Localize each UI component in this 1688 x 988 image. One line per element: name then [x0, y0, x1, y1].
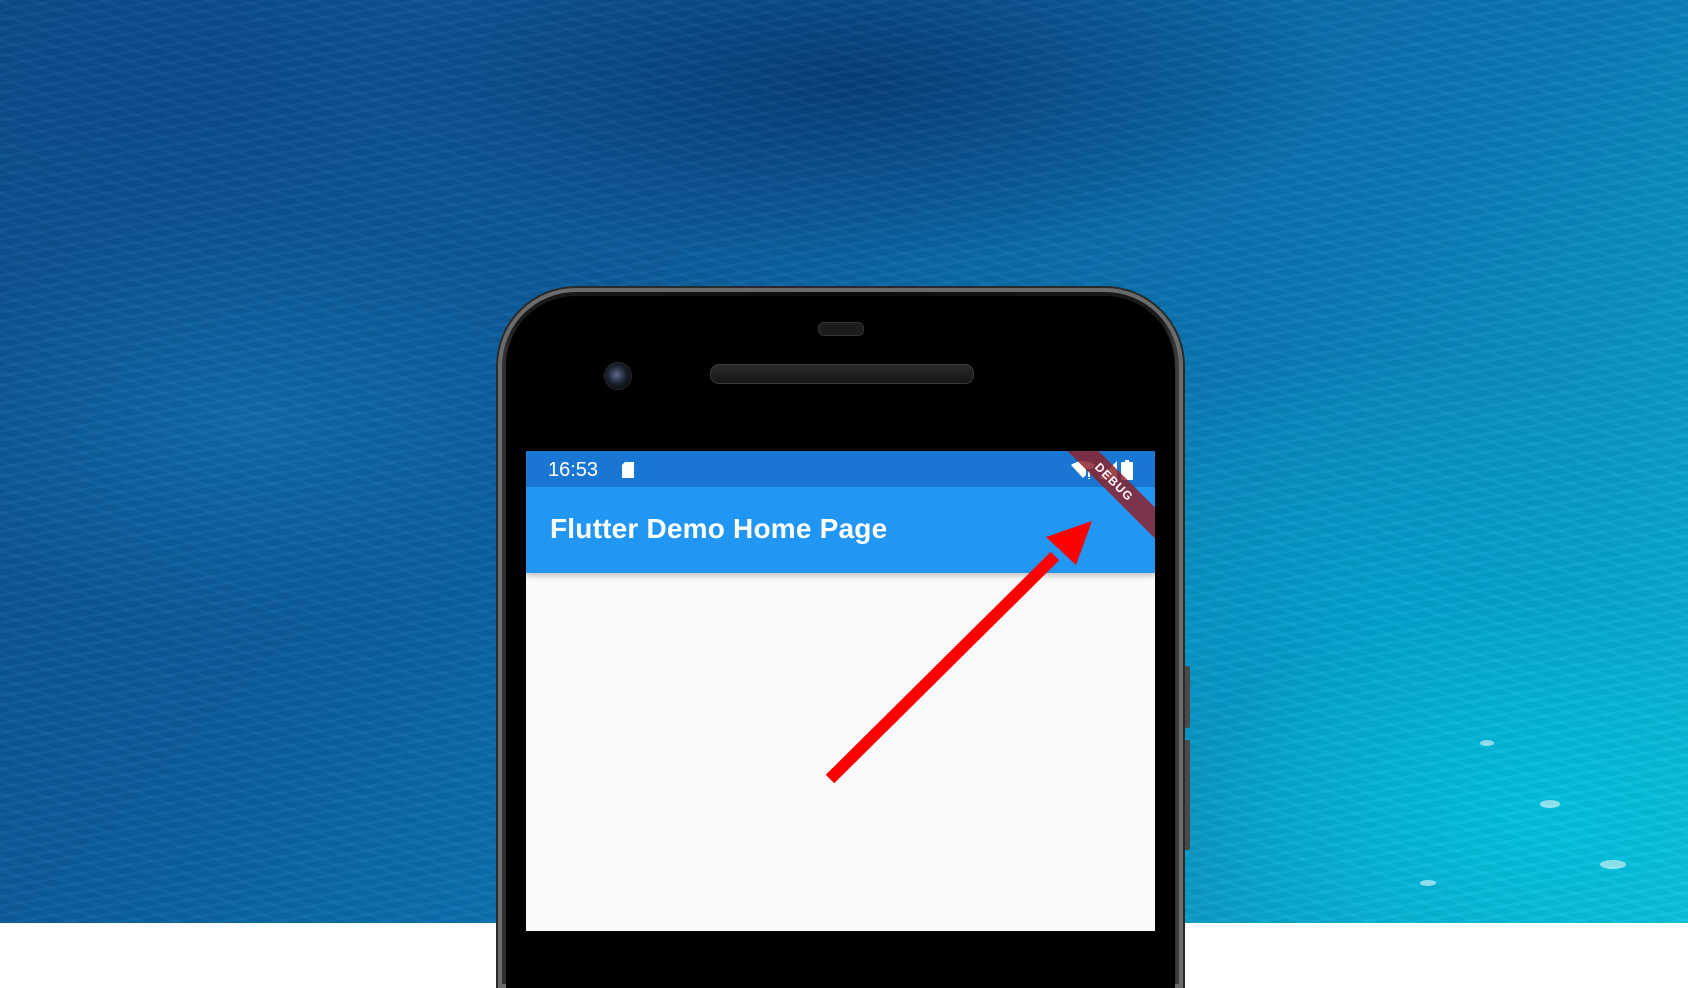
phone-side-button: [1182, 666, 1190, 728]
front-camera-icon: [604, 362, 632, 390]
phone-speaker-grille: [710, 364, 974, 384]
status-time: 16:53: [548, 459, 599, 481]
phone-volume-button: [1182, 740, 1190, 850]
foam-speck: [1540, 800, 1560, 808]
status-bar: 16:53: [526, 451, 1155, 487]
app-bar: Flutter Demo Home Page: [526, 487, 1155, 573]
foam-speck: [1600, 860, 1626, 869]
phone-earpiece: [818, 322, 864, 336]
phone-screen: 16:53 Flutter Demo Home Page DEBUG: [526, 451, 1155, 931]
foam-speck: [1420, 880, 1436, 886]
app-bar-title: Flutter Demo Home Page: [550, 513, 888, 544]
sd-card-icon: [622, 462, 634, 478]
app-body: [526, 573, 1155, 931]
foam-speck: [1480, 740, 1494, 746]
